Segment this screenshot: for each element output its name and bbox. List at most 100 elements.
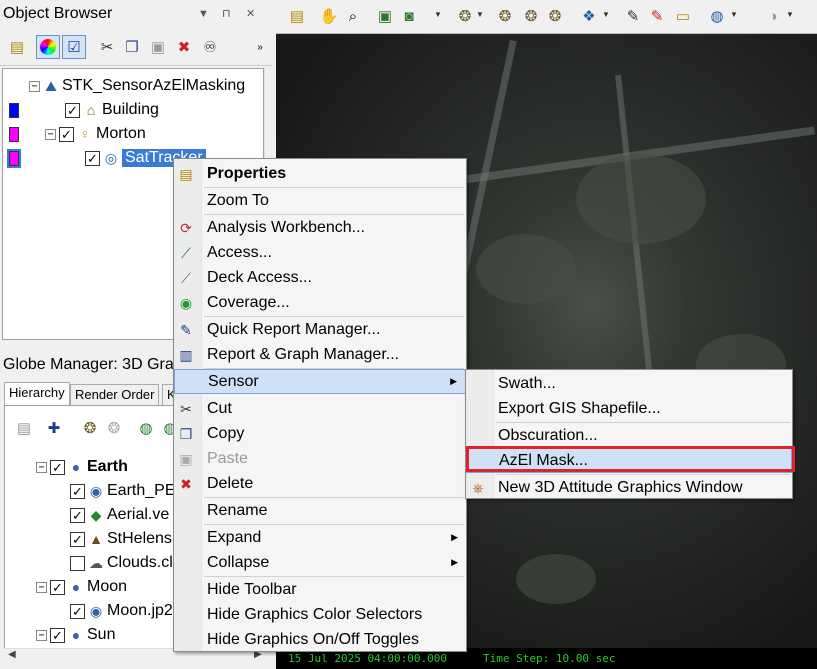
pin-icon[interactable]: ⊓: [222, 0, 231, 28]
tree-node-earth-pe[interactable]: ✓ ◉ Earth_PE_: [70, 480, 184, 502]
tree-node-moon-jp2[interactable]: ✓ ◉ Moon.jp2: [70, 600, 173, 622]
menu-item-copy[interactable]: ❐ Copy: [174, 421, 466, 446]
menu-item-export-gis[interactable]: Export GIS Shapefile...: [466, 396, 792, 421]
menu-item-hide-onoff-toggles[interactable]: Hide Graphics On/Off Toggles: [174, 627, 466, 652]
dropdown-icon[interactable]: ▼: [434, 10, 442, 19]
close-icon[interactable]: ✕: [246, 0, 255, 28]
menu-item-rename[interactable]: Rename: [174, 498, 466, 523]
color-selector-sattracker[interactable]: [7, 149, 21, 168]
menu-item-obscuration[interactable]: Obscuration...: [466, 423, 792, 448]
tree-node-clouds[interactable]: ☁ Clouds.cl: [70, 552, 173, 574]
scroll-left-icon[interactable]: ◀: [8, 649, 16, 660]
menu-item-delete[interactable]: ✖ Delete: [174, 471, 466, 496]
cut-icon[interactable]: ✂: [95, 35, 119, 59]
menu-item-report-graph[interactable]: ▥ Report & Graph Manager...: [174, 342, 466, 367]
tree-node-sun[interactable]: − ✓ ● Sun: [36, 624, 115, 646]
menu-item-access[interactable]: ⟋ Access...: [174, 240, 466, 265]
tab-hierarchy[interactable]: Hierarchy: [4, 382, 70, 406]
tree-node-sthelens[interactable]: ✓ ▲ StHelens: [70, 528, 172, 550]
dropdown-icon[interactable]: ▼: [730, 10, 738, 19]
menu-item-quick-report[interactable]: ✎ Quick Report Manager...: [174, 317, 466, 342]
paste-icon[interactable]: ▣: [146, 35, 170, 59]
copy-icon[interactable]: ❐: [120, 35, 144, 59]
checkbox-sthelens[interactable]: ✓: [70, 531, 85, 547]
checkbox-toggle-icon[interactable]: ☑: [62, 35, 86, 59]
pencil-icon[interactable]: ✎: [646, 6, 668, 28]
snapshot-icon[interactable]: ▣: [374, 6, 396, 28]
tree-node-morton[interactable]: − ✓ ♀ Morton: [45, 123, 146, 145]
menu-item-sensor[interactable]: Sensor ▶: [174, 369, 466, 394]
menu-item-cut[interactable]: ✂ Cut: [174, 396, 466, 421]
tab-render-order[interactable]: Render Order: [70, 384, 160, 406]
globe-settings-icon[interactable]: ◍: [706, 6, 728, 28]
menu-item-azel-mask[interactable]: AzEl Mask...: [466, 448, 792, 473]
properties-icon: ▤: [179, 166, 193, 182]
menu-item-expand[interactable]: Expand ▶: [174, 525, 466, 550]
menu-item-hide-toolbar[interactable]: Hide Toolbar: [174, 577, 466, 602]
tree-node-scenario[interactable]: − ⛰ STK_SensorAzElMasking: [29, 75, 245, 97]
ruler-icon[interactable]: ▭: [672, 6, 694, 28]
checkbox-sattracker[interactable]: ✓: [85, 150, 100, 166]
view-layer-icon[interactable]: ❂: [78, 416, 102, 440]
collapse-icon[interactable]: −: [36, 629, 47, 641]
dropdown-icon[interactable]: ▼: [602, 10, 610, 19]
panel-menu-icon[interactable]: ▼: [198, 0, 209, 28]
globe-view-icon[interactable]: ❖: [578, 6, 600, 28]
checkbox-morton[interactable]: ✓: [59, 126, 74, 142]
color-selector-building[interactable]: [9, 103, 19, 118]
dropdown-icon[interactable]: ▼: [476, 10, 484, 19]
add-globe-icon[interactable]: ◍: [134, 416, 158, 440]
menu-item-coverage[interactable]: ◉ Coverage...: [174, 290, 466, 315]
properties-icon[interactable]: ▤: [12, 416, 36, 440]
collapse-icon[interactable]: −: [45, 128, 56, 140]
menu-item-new-3d-attitude[interactable]: ⎈ New 3D Attitude Graphics Window: [466, 475, 792, 500]
tree-node-moon[interactable]: − ✓ ● Moon: [36, 576, 127, 598]
menu-item-properties[interactable]: ▤ Properties: [174, 161, 466, 186]
menu-item-zoom-to[interactable]: Zoom To: [174, 188, 466, 213]
collapse-icon[interactable]: −: [29, 80, 40, 92]
collapse-icon[interactable]: −: [36, 461, 47, 473]
binoculars-icon[interactable]: ♾: [198, 35, 222, 59]
delete-icon[interactable]: ✖: [172, 35, 196, 59]
zoom-icon[interactable]: ⌕: [342, 6, 364, 28]
tree-node-aerial[interactable]: ✓ ◆ Aerial.ve: [70, 504, 169, 526]
checkbox-earth-pe[interactable]: ✓: [70, 483, 85, 499]
record-icon[interactable]: ◙: [398, 6, 420, 28]
disabled-tool-icon[interactable]: ◑: [762, 6, 784, 28]
pan-hand-icon[interactable]: ✋: [318, 6, 340, 28]
properties-icon[interactable]: ▤: [286, 6, 308, 28]
view-layer-disabled-icon[interactable]: ❂: [102, 416, 126, 440]
collapse-icon[interactable]: −: [36, 581, 47, 593]
view-from-icon[interactable]: ❂: [454, 6, 476, 28]
checkbox-sun[interactable]: ✓: [50, 627, 65, 643]
checkbox-aerial[interactable]: ✓: [70, 507, 85, 523]
menu-item-paste[interactable]: ▣ Paste: [174, 446, 466, 471]
toolbar-overflow-icon[interactable]: »: [248, 35, 272, 59]
add-icon[interactable]: ✚: [42, 416, 66, 440]
menu-item-collapse[interactable]: Collapse ▶: [174, 550, 466, 575]
tree-label-morton: Morton: [96, 125, 146, 142]
view-to-icon[interactable]: ❂: [494, 6, 516, 28]
checkbox-building[interactable]: ✓: [65, 102, 80, 118]
checkbox-moon-jp2[interactable]: ✓: [70, 603, 85, 619]
color-wheel-icon[interactable]: [36, 35, 60, 59]
properties-icon[interactable]: ▤: [5, 35, 29, 59]
view-object-icon[interactable]: ❂: [544, 6, 566, 28]
menu-item-swath[interactable]: Swath...: [466, 371, 792, 396]
view-home-icon[interactable]: ❂: [520, 6, 542, 28]
menu-item-analysis-workbench[interactable]: ⟳ Analysis Workbench...: [174, 215, 466, 240]
menu-item-deck-access[interactable]: ⟋ Deck Access...: [174, 265, 466, 290]
checkbox-earth[interactable]: ✓: [50, 459, 65, 475]
tree-node-building[interactable]: ✓ ⌂ Building: [65, 99, 159, 121]
tree-label-scenario: STK_SensorAzElMasking: [62, 77, 246, 94]
checkbox-moon[interactable]: ✓: [50, 579, 65, 595]
dropdown-icon[interactable]: ▼: [786, 10, 794, 19]
menu-item-hide-color-selectors[interactable]: Hide Graphics Color Selectors: [174, 602, 466, 627]
brush-icon[interactable]: ✎: [622, 6, 644, 28]
object-browser-title: Object Browser: [3, 5, 113, 22]
report-graph-icon: ▥: [179, 347, 193, 363]
status-time-step: Time Step: 10.00 sec: [483, 652, 616, 665]
color-selector-morton[interactable]: [9, 127, 19, 142]
checkbox-clouds[interactable]: [70, 555, 85, 571]
tree-node-earth[interactable]: − ✓ ● Earth: [36, 456, 128, 478]
